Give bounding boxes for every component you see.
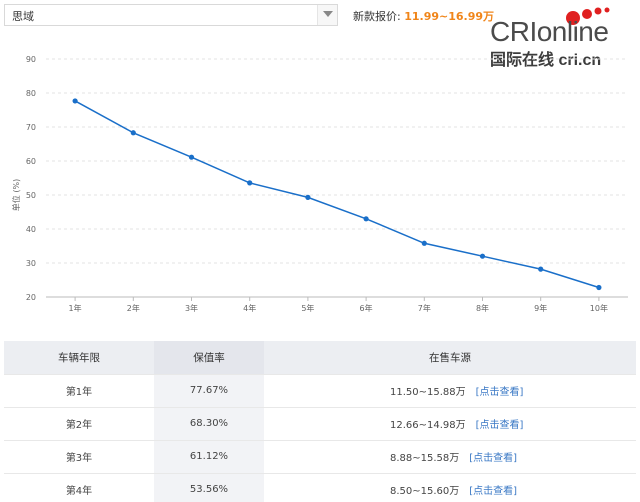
x-tick-label: 3年 — [185, 303, 198, 313]
x-tick-label: 9年 — [534, 303, 547, 313]
row-rate: 53.56% — [154, 473, 264, 502]
row-source: 8.50~15.60万 [点击查看] — [264, 473, 636, 502]
data-point[interactable] — [247, 180, 253, 186]
y-tick-label: 30 — [26, 259, 36, 268]
new-price: 新款报价: 11.99~16.99万 — [353, 8, 494, 24]
row-source: 8.88~15.58万 [点击查看] — [264, 440, 636, 474]
row-rate: 77.67% — [154, 374, 264, 408]
row-source: 11.50~15.88万 [点击查看] — [264, 374, 636, 408]
residual-value-table: 车辆年限 保值率 在售车源 第1年 77.67% 11.50~15.88万 [点击… — [4, 341, 636, 502]
row-source: 12.66~14.98万 [点击查看] — [264, 407, 636, 441]
row-year: 第4年 — [4, 473, 154, 502]
row-year: 第1年 — [4, 374, 154, 408]
row-price-range: 12.66~14.98万 — [390, 420, 466, 431]
row-price-range: 8.50~15.60万 — [390, 486, 460, 497]
y-tick-label: 70 — [26, 123, 36, 132]
x-tick-label: 1年 — [69, 303, 82, 313]
car-model-select-value: 思域 — [12, 10, 34, 23]
y-tick-label: 40 — [26, 225, 36, 234]
view-link[interactable]: [点击查看] — [476, 420, 524, 431]
table-header-year: 车辆年限 — [4, 341, 154, 375]
residual-value-chart: 20 30 40 50 60 70 80 90 1年 2年 3年 4年 5年 6年 7年 8年 9年 10年 单位… — [11, 55, 628, 313]
y-tick-label: 90 — [26, 55, 36, 64]
table-header-row: 车辆年限 保值率 在售车源 — [4, 341, 636, 375]
row-year: 第3年 — [4, 440, 154, 474]
y-tick-label: 80 — [26, 89, 36, 98]
view-link[interactable]: [点击查看] — [469, 486, 517, 497]
x-tick-label: 10年 — [590, 303, 608, 313]
series-line — [74, 100, 600, 289]
y-axis-label: 单位 (%) — [11, 179, 21, 211]
new-price-value: 11.99~16.99万 — [404, 10, 495, 23]
data-point[interactable] — [479, 253, 486, 259]
data-point[interactable] — [421, 240, 427, 246]
data-point[interactable] — [72, 98, 78, 104]
select-toggle[interactable] — [317, 5, 337, 25]
x-tick-label: 5年 — [301, 303, 314, 313]
row-price-range: 8.88~15.58万 — [390, 453, 460, 464]
data-point[interactable] — [538, 266, 544, 272]
row-rate: 68.30% — [154, 407, 264, 441]
view-link[interactable]: [点击查看] — [476, 387, 524, 398]
chevron-down-icon — [323, 11, 333, 17]
table-header-rate: 保值率 — [154, 341, 264, 375]
y-tick-label: 20 — [26, 293, 36, 302]
x-tick-label: 4年 — [243, 303, 256, 313]
data-point[interactable] — [596, 284, 602, 291]
row-rate: 61.12% — [154, 440, 264, 474]
x-tick-label: 8年 — [476, 303, 489, 313]
y-tick-label: 50 — [26, 191, 36, 200]
data-point[interactable] — [363, 216, 369, 222]
new-price-label: 新款报价: — [353, 10, 401, 23]
data-point[interactable] — [305, 194, 311, 200]
row-year: 第2年 — [4, 407, 154, 441]
y-tick-label: 60 — [26, 157, 36, 166]
table-row: 第4年 53.56% 8.50~15.60万 [点击查看] — [4, 473, 636, 502]
x-tick-label: 2年 — [127, 303, 140, 313]
view-link[interactable]: [点击查看] — [469, 453, 517, 464]
table-row: 第3年 61.12% 8.88~15.58万 [点击查看] — [4, 440, 636, 474]
data-point[interactable] — [188, 154, 195, 160]
x-tick-label: 7年 — [418, 303, 431, 313]
table-header-source: 在售车源 — [264, 341, 636, 375]
table-row: 第2年 68.30% 12.66~14.98万 [点击查看] — [4, 407, 636, 441]
table-row: 第1年 77.67% 11.50~15.88万 [点击查看] — [4, 374, 636, 408]
row-price-range: 11.50~15.88万 — [390, 387, 466, 398]
data-point[interactable] — [130, 130, 136, 136]
car-model-select[interactable]: 思域 — [4, 4, 338, 26]
x-tick-label: 6年 — [360, 303, 373, 313]
